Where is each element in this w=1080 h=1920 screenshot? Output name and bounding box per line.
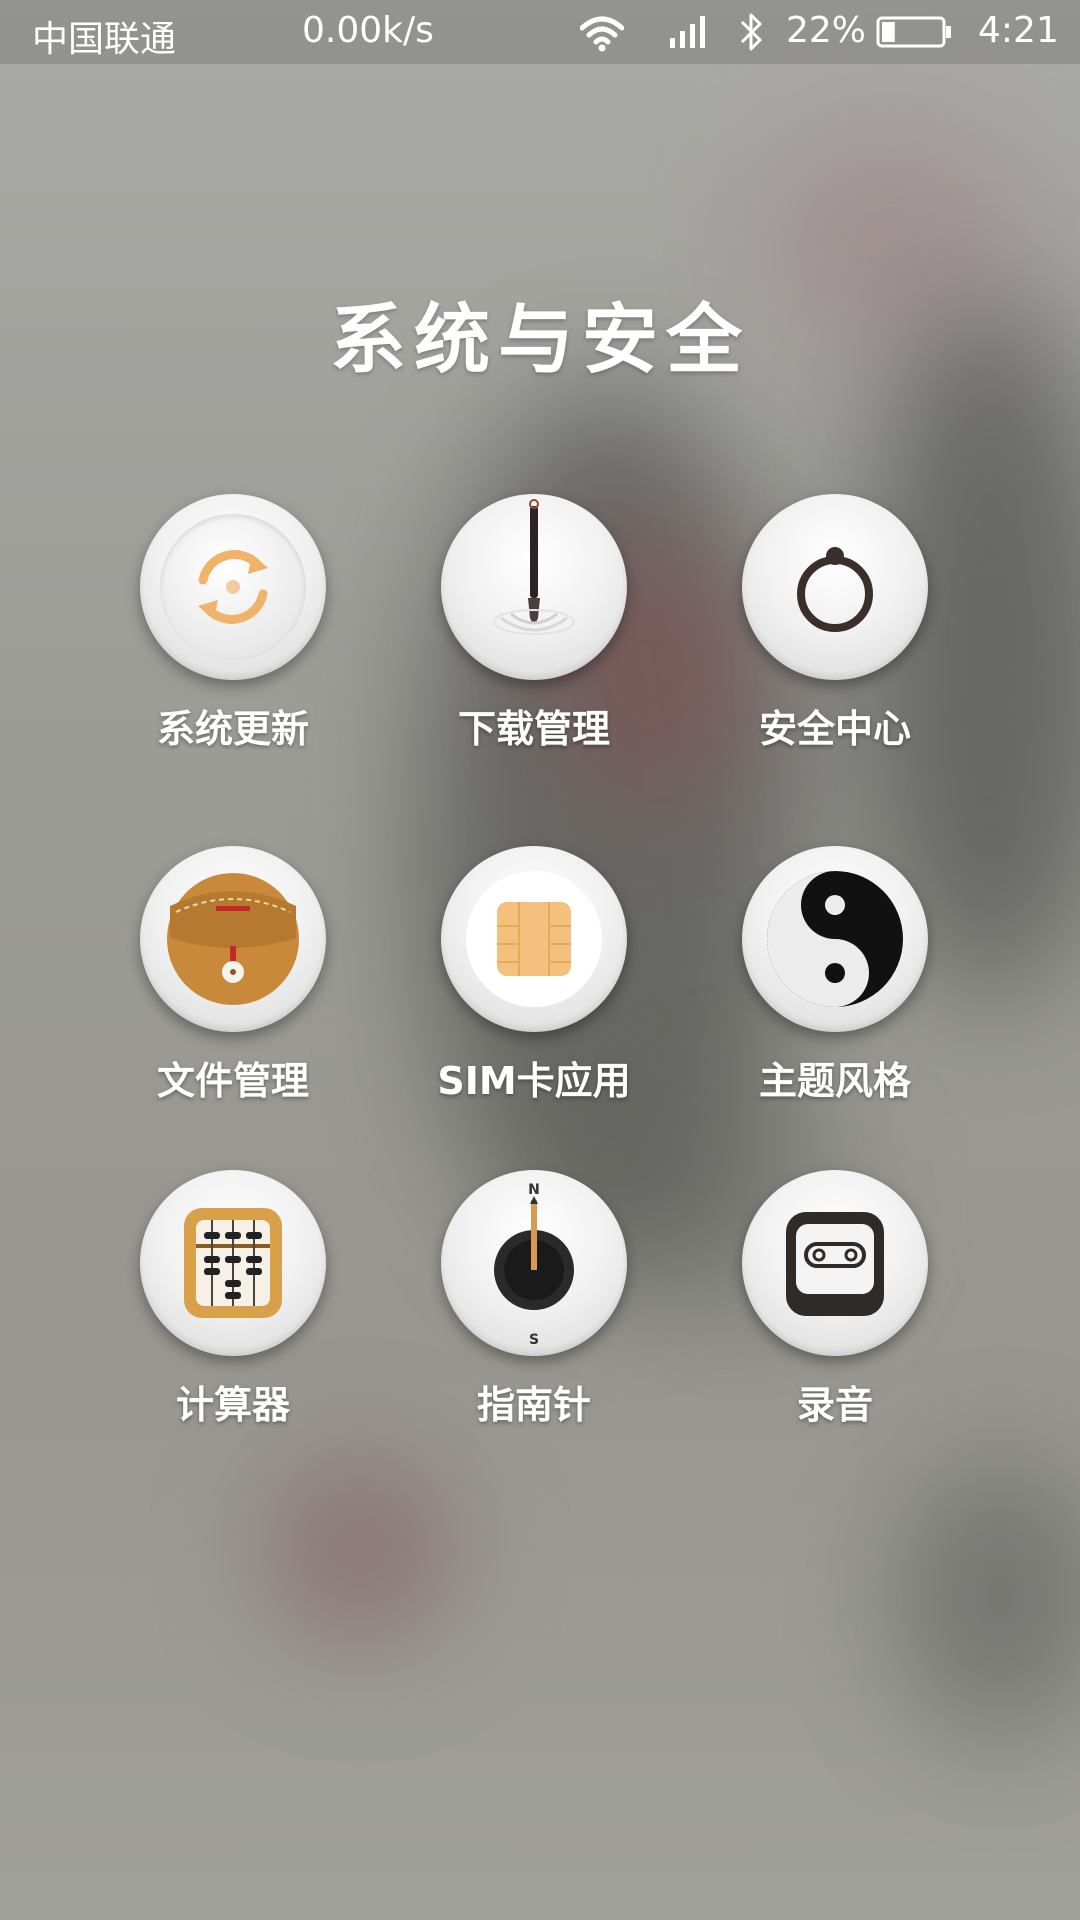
app-recorder[interactable]: 录音 <box>725 1170 945 1429</box>
abacus-icon <box>140 1170 326 1356</box>
app-security-center[interactable]: 安全中心 <box>725 494 945 753</box>
clock: 4:21 <box>978 10 1059 51</box>
sim-card-icon <box>441 846 627 1032</box>
brush-icon <box>441 494 627 680</box>
app-sim-card[interactable]: SIM卡应用 <box>424 846 644 1105</box>
carrier-name: 中国联通 <box>32 19 177 60</box>
app-download-manager[interactable]: 下载管理 <box>424 494 644 753</box>
page-title: 系统与安全 <box>330 295 750 384</box>
svg-text:N: N <box>528 1182 540 1198</box>
app-label: 下载管理 <box>457 707 610 751</box>
wifi-icon <box>580 16 624 52</box>
app-label: 系统更新 <box>156 707 309 751</box>
network-speed: 0.00k/s <box>302 10 434 51</box>
battery-icon <box>876 16 951 48</box>
signal-icon <box>670 16 705 48</box>
app-label: 主题风格 <box>758 1059 911 1103</box>
app-label: 计算器 <box>175 1383 290 1427</box>
battery-percent: 22% <box>786 10 867 51</box>
pouch-icon <box>140 846 326 1032</box>
app-calculator[interactable]: 计算器 <box>123 1170 343 1429</box>
app-label: 安全中心 <box>758 707 911 751</box>
app-label: 指南针 <box>476 1383 591 1427</box>
app-label: 录音 <box>796 1383 873 1427</box>
app-label: SIM卡应用 <box>437 1059 631 1103</box>
refresh-icon <box>140 494 326 680</box>
bluetooth-icon <box>740 13 762 51</box>
yin-yang-icon <box>742 846 928 1032</box>
app-file-manager[interactable]: 文件管理 <box>123 846 343 1105</box>
app-system-update[interactable]: 系统更新 <box>123 494 343 753</box>
svg-text:S: S <box>529 1332 539 1348</box>
app-theme-style[interactable]: 主题风格 <box>725 846 945 1105</box>
app-compass[interactable]: N S 指南针 <box>424 1170 644 1429</box>
ring-icon <box>742 494 928 680</box>
status-bar: 中国联通 0.00k/s 22% 4:21 <box>0 0 1080 64</box>
recorder-icon <box>742 1170 928 1356</box>
app-label: 文件管理 <box>156 1059 309 1103</box>
compass-icon: N S <box>441 1170 627 1356</box>
